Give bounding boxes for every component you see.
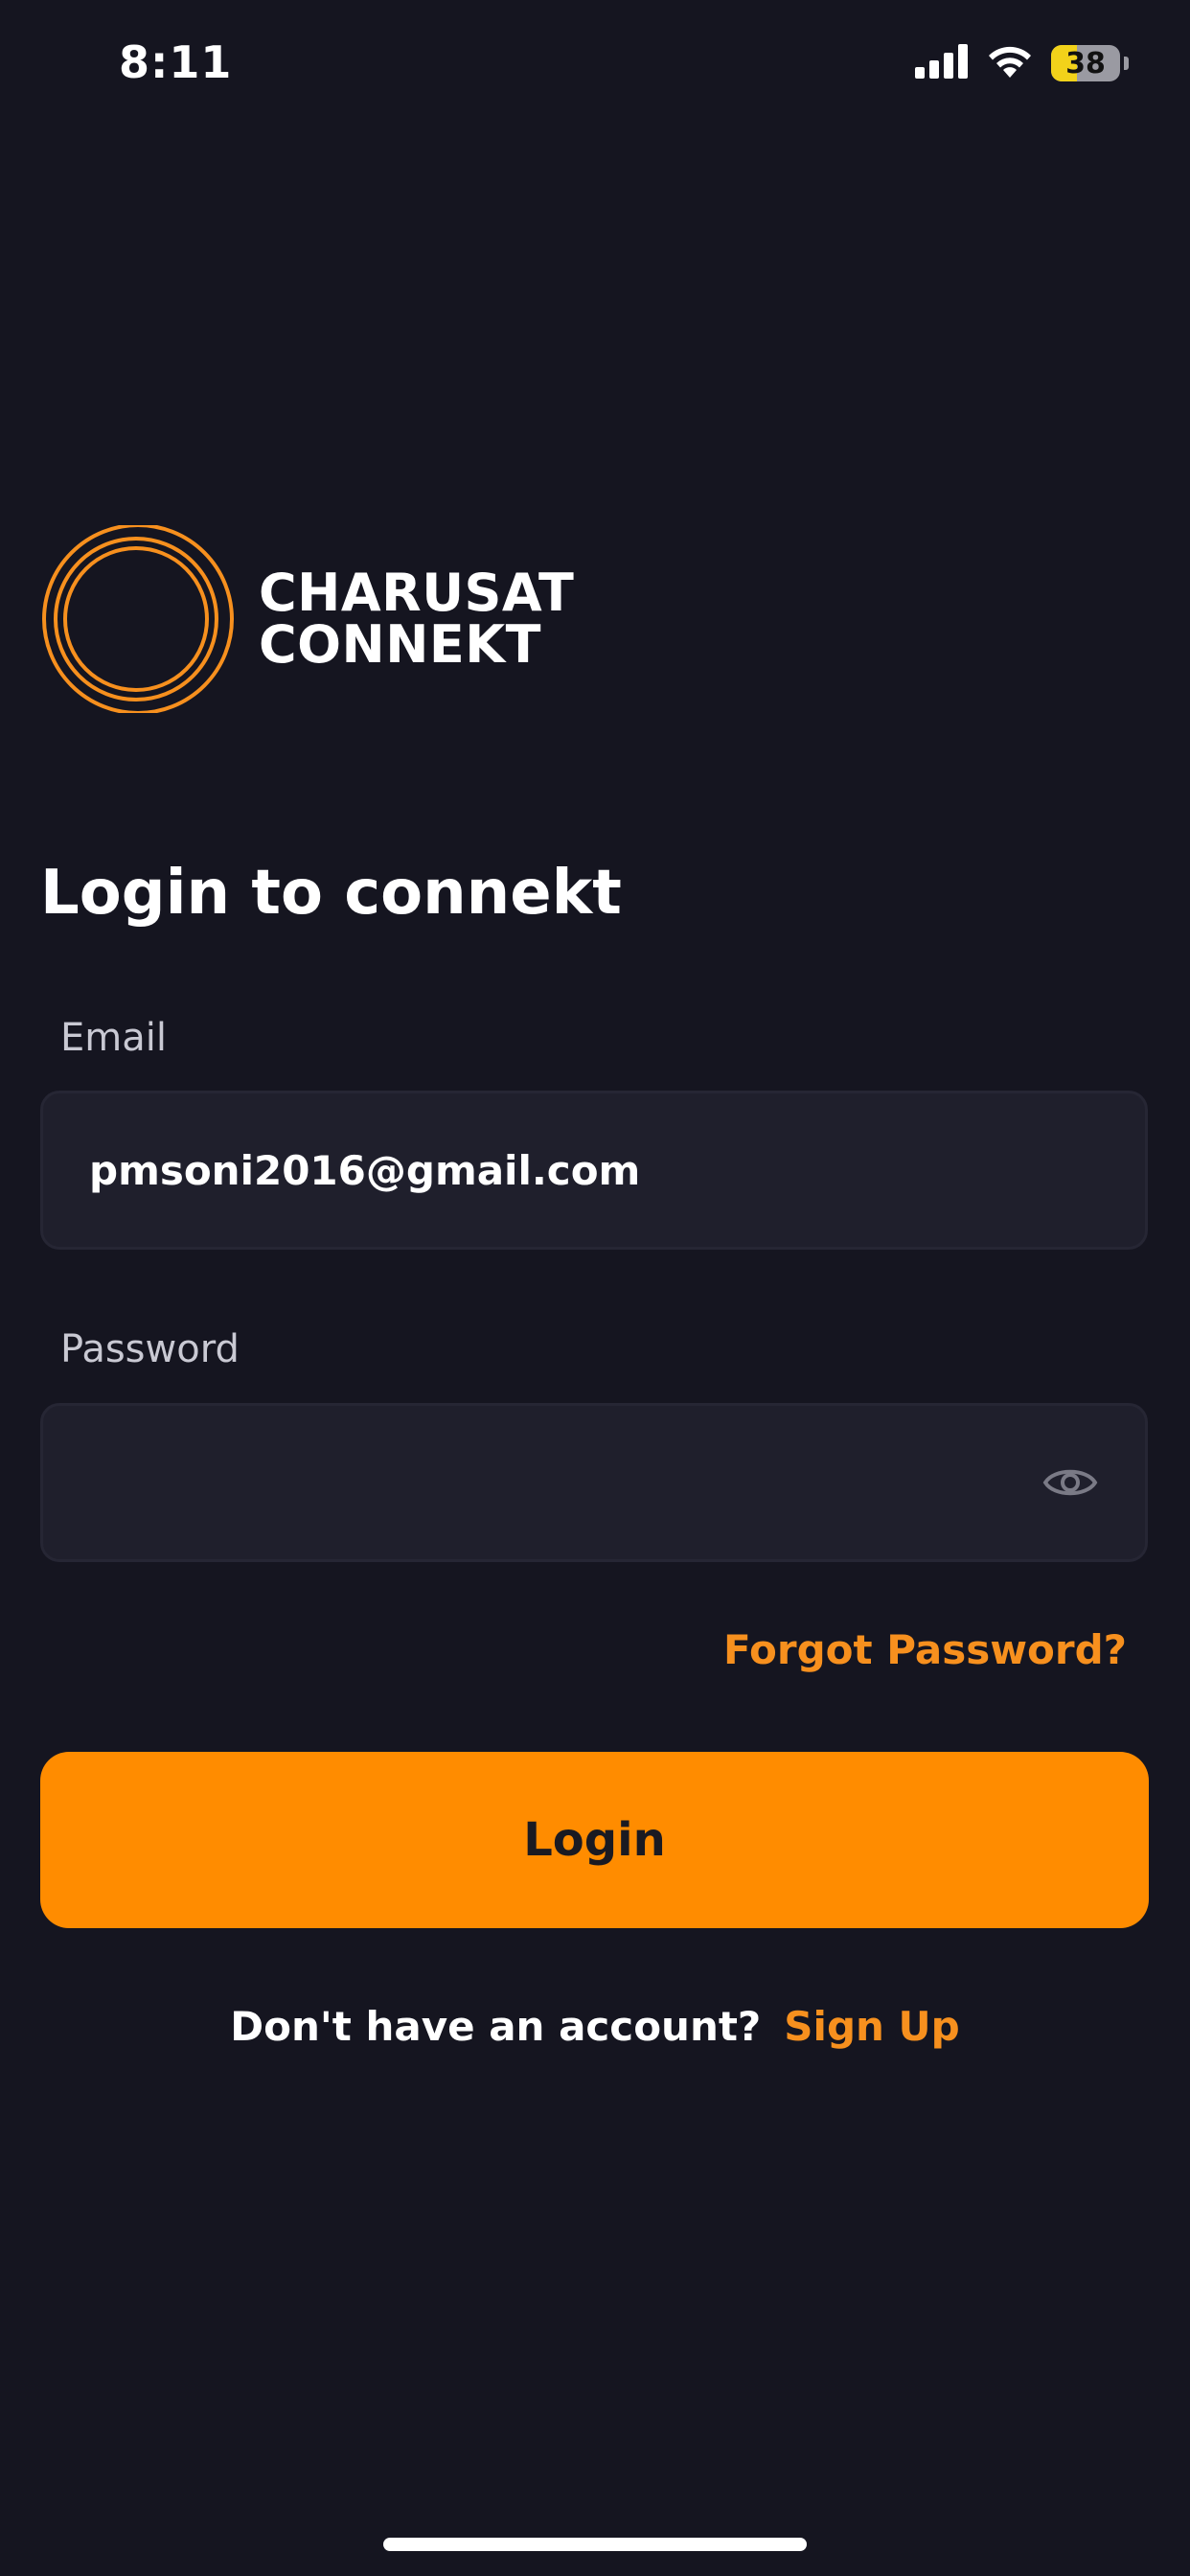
signup-row: Don't have an account? Sign Up [0, 2003, 1190, 2050]
password-label: Password [60, 1327, 240, 1371]
password-input[interactable] [89, 1406, 999, 1559]
status-bar-icons: 38 [915, 42, 1129, 84]
page-title: Login to connekt [40, 858, 622, 929]
battery-cap [1124, 57, 1129, 70]
email-field[interactable] [40, 1091, 1148, 1250]
brand-line-2: CONNEKT [259, 614, 541, 675]
home-indicator[interactable] [383, 2538, 807, 2551]
forgot-password-link[interactable]: Forgot Password? [723, 1626, 1127, 1673]
brand-logo: CHARUSAT CONNEKT [40, 525, 574, 713]
signup-link[interactable]: Sign Up [784, 2003, 959, 2050]
concentric-rings-logo-icon [42, 525, 234, 713]
brand-wordmark: CHARUSAT CONNEKT [259, 567, 574, 671]
wifi-icon [986, 43, 1034, 83]
battery-icon: 38 [1051, 45, 1120, 81]
battery-level: 38 [1065, 46, 1106, 80]
email-input[interactable] [89, 1093, 999, 1247]
status-bar-time: 8:11 [119, 36, 233, 88]
show-password-button[interactable] [1041, 1461, 1099, 1504]
signup-prompt: Don't have an account? [230, 2003, 762, 2050]
brand-line-1: CHARUSAT [259, 563, 575, 623]
cellular-signal-icon [915, 44, 969, 82]
login-button[interactable]: Login [40, 1752, 1149, 1928]
password-field[interactable] [40, 1403, 1148, 1562]
eye-icon [1042, 1469, 1098, 1496]
email-label: Email [60, 1016, 167, 1060]
